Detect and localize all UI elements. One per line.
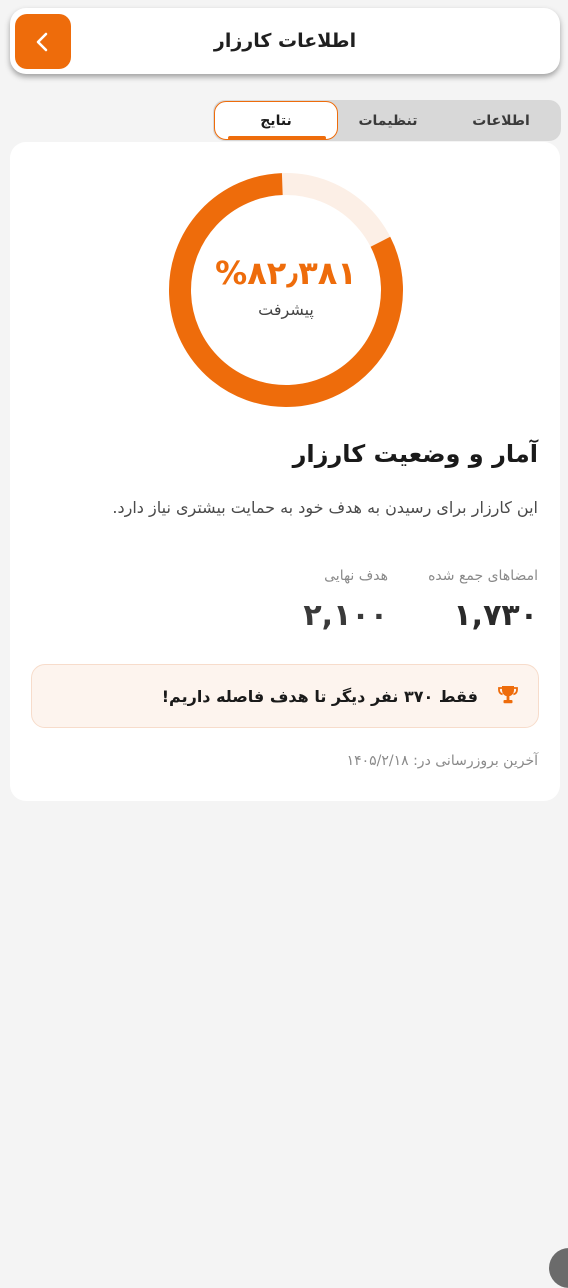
goal-label: هدف نهایی — [324, 568, 388, 584]
progress-percent: %۸۲٫۳۸۱ — [215, 253, 357, 292]
page-title: اطلاعات کارزار — [213, 30, 357, 52]
progress-label: پیشرفت — [258, 299, 314, 319]
last-update: آخرین بروزرسانی در: ۱۴۰۵/۲/۱۸ — [346, 753, 538, 769]
stats-title: آمار و وضعیت کارزار — [292, 440, 538, 468]
progress-center: %۸۲٫۳۸۱ پیشرفت — [166, 170, 406, 410]
tab-settings[interactable]: تنظیمات — [337, 100, 439, 141]
stats-description: این کارزار برای رسیدن به هدف خود به حمای… — [112, 498, 538, 517]
remaining-banner: فقط ۳۷۰ نفر دیگر تا هدف فاصله داریم! — [31, 664, 539, 728]
tab-results[interactable]: نتایج — [214, 101, 338, 140]
app-header: اطلاعات کارزار — [10, 8, 560, 74]
banner-text: فقط ۳۷۰ نفر دیگر تا هدف فاصله داریم! — [161, 686, 478, 706]
tab-bar: اطلاعات تنظیمات نتایج — [213, 100, 561, 141]
tab-info[interactable]: اطلاعات — [451, 100, 551, 141]
collected-value: ۱,۷۳۰ — [453, 598, 538, 633]
floating-button[interactable] — [549, 1248, 568, 1288]
collected-label: امضاهای جمع شده — [428, 568, 538, 584]
results-card: %۸۲٫۳۸۱ پیشرفت آمار و وضعیت کارزار این ک… — [10, 142, 560, 801]
goal-value: ۲,۱۰۰ — [303, 598, 388, 633]
tab-results-label: نتایج — [260, 112, 292, 129]
trophy-icon — [498, 686, 518, 704]
active-tab-indicator — [228, 136, 326, 140]
